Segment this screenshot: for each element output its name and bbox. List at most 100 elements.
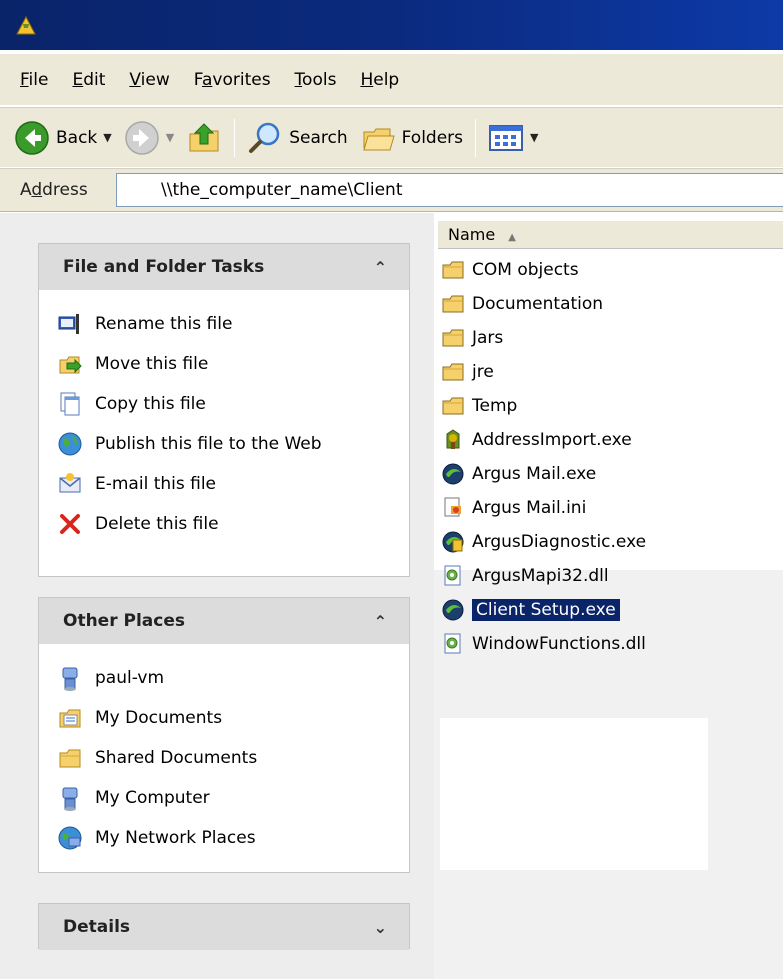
collapse-chevron-icon[interactable]: ⌃ [374,258,387,277]
details-title: Details [63,917,131,937]
menu-item[interactable]: Tools [283,70,349,90]
task-item-label: E-mail this file [95,474,217,494]
file-name: Argus Mail.exe [472,464,597,484]
rename-icon [57,311,83,337]
file-name: AddressImport.exe [472,430,632,450]
forward-dropdown-icon[interactable]: ▼ [166,131,174,144]
task-item-label: Delete this file [95,514,219,534]
other-places-header[interactable]: Other Places ⌃ [39,598,409,644]
menu-item[interactable]: View [117,70,181,90]
task-item[interactable]: Rename this file [57,304,409,344]
other-places-list: paul-vm My Documents Shared Documents My Co… [39,644,409,864]
file-item[interactable]: Argus Mail.ini [438,491,646,525]
file-name: ArgusMapi32.dll [472,566,609,586]
file-name: Documentation [472,294,604,314]
menu-bar: File Edit View Favorites Tools Help [0,54,783,106]
other-places-panel: Other Places ⌃ paul-vm My Documents Shared… [38,597,410,873]
address-field[interactable]: \\the_computer_name\Client [116,173,783,207]
search-label: Search [289,127,348,148]
file-name: ArgusDiagnostic.exe [472,532,647,552]
expand-chevron-icon[interactable]: ⌄ [374,918,387,937]
task-item[interactable]: Copy this file [57,384,409,424]
up-folder-button[interactable] [180,115,228,161]
toolbar-separator [234,118,236,157]
task-item-label: Copy this file [95,394,206,414]
folder-icon [440,258,466,282]
file-item[interactable]: ArgusDiagnostic.exe [438,525,646,559]
email-icon [57,471,83,497]
file-item[interactable]: ArgusMapi32.dll [438,559,646,593]
file-folder-tasks-list: Rename this file Move this file Copy this … [39,290,409,550]
search-button[interactable]: Search [241,115,353,161]
views-icon [489,124,524,151]
menu-item[interactable]: Favorites [182,70,283,90]
file-name: WindowFunctions.dll [472,634,646,654]
task-item[interactable]: Publish this file to the Web [57,424,409,464]
folder-item[interactable]: COM objects [438,253,646,287]
place-item[interactable]: paul-vm [57,658,409,698]
toolbar: Back ▼ ▼ Search Folders ▼ [0,107,783,167]
menu-item[interactable]: File [8,70,60,90]
file-name: jre [472,362,494,382]
file-name: Client Setup.exe [472,599,620,621]
exe-diagnostic-icon [440,530,466,554]
column-header-name[interactable]: Name ▲ [438,221,783,249]
task-item[interactable]: Delete this file [57,504,409,544]
search-icon [249,122,280,153]
file-item[interactable]: WindowFunctions.dll [438,627,646,661]
back-label: Back [56,127,98,148]
folder-icon [57,745,83,771]
file-item[interactable]: Argus Mail.exe [438,457,646,491]
collapse-chevron-icon[interactable]: ⌃ [374,612,387,631]
place-item[interactable]: Shared Documents [57,738,409,778]
toolbar-separator [475,118,477,157]
file-item[interactable]: AddressImport.exe [438,423,646,457]
place-item-label: My Documents [95,708,223,728]
computer-icon [57,665,83,691]
task-pane: File and Folder Tasks ⌃ Rename this file… [0,213,434,979]
file-folder-tasks-panel: File and Folder Tasks ⌃ Rename this file… [38,243,410,577]
views-button[interactable]: ▼ [482,115,544,161]
explorer-app-icon[interactable] [14,14,38,38]
back-button[interactable]: Back ▼ [8,115,118,161]
publish-web-icon [57,431,83,457]
folder-item[interactable]: Jars [438,321,646,355]
task-item-label: Publish this file to the Web [95,434,322,454]
file-folder-tasks-header[interactable]: File and Folder Tasks ⌃ [39,244,409,290]
address-label: Address [20,180,88,200]
forward-button[interactable]: ▼ [118,115,180,161]
place-item[interactable]: My Network Places [57,818,409,858]
task-item-label: Rename this file [95,314,233,334]
views-dropdown-icon[interactable]: ▼ [530,131,538,144]
folders-button[interactable]: Folders [354,115,469,161]
folder-icon [440,394,466,418]
details-header[interactable]: Details ⌄ [39,904,409,950]
place-item[interactable]: My Documents [57,698,409,738]
computer-icon [57,785,83,811]
folder-item[interactable]: Documentation [438,287,646,321]
folder-item[interactable]: jre [438,355,646,389]
network-icon [57,825,83,851]
back-dropdown-icon[interactable]: ▼ [103,131,111,144]
dll-icon [440,564,466,588]
forward-arrow-icon [125,120,159,155]
exe-argus-icon [440,462,466,486]
file-name: Jars [472,328,504,348]
task-item[interactable]: E-mail this file [57,464,409,504]
place-item-label: My Network Places [95,828,256,848]
copy-icon [57,391,83,417]
move-icon [57,351,83,377]
place-item-label: paul-vm [95,668,165,688]
folders-label: Folders [401,127,464,148]
exe-address-icon [440,428,466,452]
file-item[interactable]: Client Setup.exe [438,593,646,627]
folders-icon [362,128,395,150]
folder-item[interactable]: Temp [438,389,646,423]
menu-item[interactable]: Help [348,70,411,90]
title-bar[interactable] [0,0,783,52]
place-item-label: Shared Documents [95,748,258,768]
task-item[interactable]: Move this file [57,344,409,384]
menu-item[interactable]: Edit [60,70,117,90]
dll-icon [440,632,466,656]
place-item[interactable]: My Computer [57,778,409,818]
